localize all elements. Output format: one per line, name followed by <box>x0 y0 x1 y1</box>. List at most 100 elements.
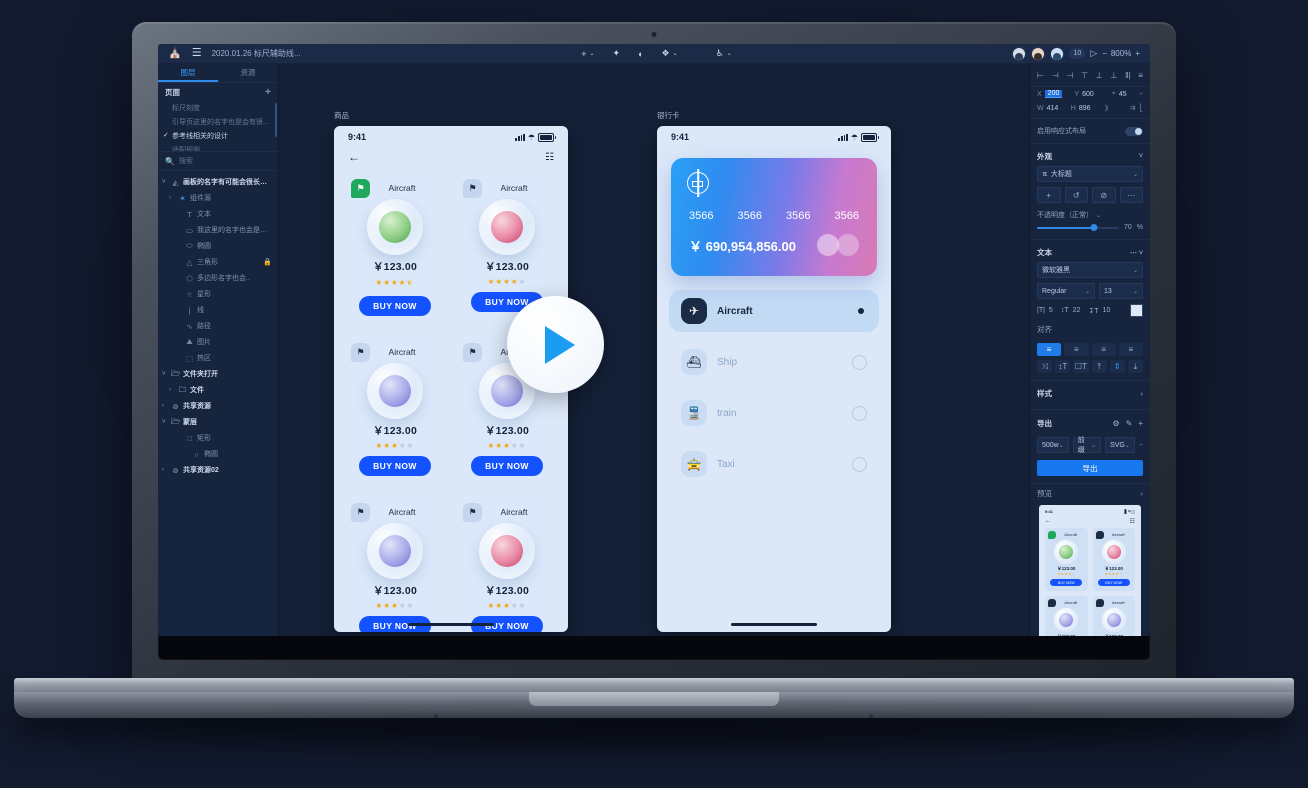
responsive-toggle[interactable] <box>1125 126 1143 136</box>
transport-option[interactable]: 🚆 train <box>669 392 879 434</box>
letter-spacing-value[interactable]: 5 <box>1049 307 1053 314</box>
bookmark-icon[interactable]: ⚑ <box>463 503 482 522</box>
font-family-select[interactable]: 微软雅黑 ⌄ <box>1037 262 1143 278</box>
layer-expand-caret[interactable]: › <box>169 195 175 201</box>
transport-radio[interactable] <box>852 456 867 472</box>
artboard-bankcard[interactable]: 9:41 ☂ 3566 3566 3566 3566 ￥ 690,954,856… <box>657 126 891 632</box>
layer-expand-caret[interactable]: ˅ <box>162 179 168 185</box>
product-card[interactable]: ⚑Aircraft￥123.00★★★★★BUY NOW <box>456 496 558 632</box>
export-edit-icon[interactable]: ✎ <box>1126 419 1133 428</box>
preview-play-icon[interactable]: ▷ <box>1090 49 1097 58</box>
paragraph-spacing-value[interactable]: 10 <box>1103 307 1111 314</box>
export-prefix-select[interactable]: 前缀 ⌄ <box>1072 437 1102 454</box>
align-left-button[interactable]: ≡ <box>1037 343 1062 356</box>
chevron-down-icon[interactable]: ⌄ <box>1085 288 1090 295</box>
layer-item[interactable]: ▭ 我这里的名字也会是很长... <box>158 222 278 238</box>
align-center-h-icon[interactable]: ⊣ <box>1052 71 1059 80</box>
play-overlay-button[interactable] <box>507 296 604 393</box>
delete-tool[interactable]: ♿ ⌄ <box>716 48 732 59</box>
layer-expand-caret[interactable]: › <box>162 403 168 409</box>
detach-style-button[interactable]: ⊘ <box>1092 187 1116 203</box>
distribute-v-icon[interactable]: ≡ <box>1138 71 1143 80</box>
filter-icon[interactable]: ☷ <box>545 152 554 163</box>
bookmark-icon[interactable]: ⚑ <box>463 343 482 362</box>
bookmark-icon[interactable]: ⚑ <box>351 343 370 362</box>
opacity-slider[interactable] <box>1037 223 1119 231</box>
rotation-field[interactable]: ⌖ 45 <box>1112 90 1136 98</box>
export-button[interactable]: 导出 <box>1037 460 1143 476</box>
layer-expand-caret[interactable]: › <box>169 387 175 393</box>
vertical-align-box-button[interactable]: ☐T <box>1073 360 1089 373</box>
layer-item[interactable]: ○ 椭圆 <box>158 446 278 462</box>
layer-item[interactable]: ∿ 路径 <box>158 318 278 334</box>
layer-item[interactable]: ˅ ◭ 画板的名字有可能会很长的... <box>158 174 278 190</box>
bookmark-icon[interactable]: ⚑ <box>351 503 370 522</box>
layer-item[interactable]: □ 矩形 <box>158 430 278 446</box>
flip-horizontal-icon[interactable]: ⇉ <box>1130 104 1136 112</box>
preview-section-header[interactable]: 预览 › <box>1030 483 1150 503</box>
chevron-right-icon[interactable]: › <box>1141 389 1144 398</box>
chevron-down-icon[interactable]: ⌄ <box>1059 442 1064 449</box>
search-input[interactable]: 搜索 <box>179 156 193 166</box>
transport-radio[interactable] <box>852 354 867 370</box>
hamburger-icon[interactable]: ☰ <box>192 48 202 59</box>
align-top-icon[interactable]: ⊤ <box>1081 71 1088 80</box>
align-right-icon[interactable]: ⊣ <box>1066 71 1073 80</box>
page-item[interactable]: 引导页这里的名字也是会有很... <box>158 115 278 129</box>
y-field[interactable]: Y 600 <box>1074 91 1107 98</box>
appearance-section-header[interactable]: 外观 ˅ <box>1030 144 1150 166</box>
chevron-down-icon[interactable]: ⌄ <box>1133 288 1138 295</box>
layer-item[interactable]: ❘ 线 <box>158 302 278 318</box>
layer-item[interactable]: ⛰ 图片 <box>158 334 278 350</box>
distribute-h-icon[interactable]: ‖| <box>1125 71 1130 80</box>
product-card[interactable]: ⚑Aircraft￥123.00★★★★★BUY NOW <box>344 496 446 632</box>
vector-tool[interactable]: ✦ <box>613 48 621 59</box>
style-section-header[interactable]: 样式 › <box>1030 380 1150 403</box>
buy-now-button[interactable]: BUY NOW <box>359 456 431 476</box>
x-field[interactable]: X 200 <box>1037 90 1070 98</box>
back-icon[interactable]: ← <box>348 150 360 164</box>
layer-item[interactable]: ⬡ 多边形名字也会.. <box>158 270 278 286</box>
layer-item[interactable]: › ⊚ 共享资源 <box>158 398 278 414</box>
remove-export-icon[interactable]: − <box>1139 442 1143 449</box>
add-tool[interactable]: + ⌄ <box>581 49 594 59</box>
design-canvas[interactable]: 商品 银行卡 9:41 ☂ ← ☷ ⚑ Aircraft ￥123.00 ★★★… <box>279 64 1029 636</box>
rotation-value[interactable]: 45 <box>1119 91 1127 98</box>
chevron-down-icon[interactable]: ˅ <box>1139 153 1143 160</box>
chevron-right-icon[interactable]: › <box>1141 489 1144 498</box>
transport-radio[interactable] <box>854 304 867 318</box>
layer-item[interactable]: ˅ 🗁 蒙层 <box>158 414 278 430</box>
text-section-header[interactable]: 文本 ⋯ ˅ <box>1030 239 1150 262</box>
product-card[interactable]: ⚑ Aircraft ￥123.00 ★★★★⯪ BUY NOW <box>344 172 446 326</box>
align-left-icon[interactable]: ⊢ <box>1037 71 1044 80</box>
buy-now-button[interactable]: BUY NOW <box>359 296 431 316</box>
export-add-icon[interactable]: + <box>1138 419 1143 428</box>
font-weight-select[interactable]: Regular ⌄ <box>1037 283 1095 299</box>
layer-item[interactable]: T 文本 <box>158 206 278 222</box>
chevron-down-icon[interactable]: ⌄ <box>1091 442 1096 449</box>
chevron-down-icon[interactable]: ⌄ <box>1133 171 1138 178</box>
page-item[interactable]: 适配规则 <box>158 143 278 151</box>
x-value[interactable]: 200 <box>1044 90 1063 98</box>
preview-thumbnail[interactable]: 9:41 ▋☂◫ ← ☷ Aircraft ￥123.00 ★★★★★ BUY NOW… <box>1039 505 1141 636</box>
font-size-select[interactable]: 13 ⌄ <box>1099 283 1143 299</box>
export-format-select[interactable]: SVG ⌄ <box>1105 437 1135 453</box>
chevron-down-icon[interactable]: ⌄ <box>1133 267 1138 274</box>
lock-ratio-icon[interactable]: ⟫ <box>1105 104 1109 112</box>
transport-option[interactable]: 🚖 Taxi <box>669 443 879 485</box>
more-icon[interactable]: ⋯ <box>1130 250 1137 257</box>
align-right-button[interactable]: ≡ <box>1091 343 1116 356</box>
layer-item[interactable]: › ⊚ 共享资源02 <box>158 462 278 478</box>
layer-item[interactable]: ☆ 星形 <box>158 286 278 302</box>
add-style-button[interactable]: + <box>1037 187 1061 203</box>
layer-item[interactable]: ⬭ 椭圆 <box>158 238 278 254</box>
y-value[interactable]: 600 <box>1082 91 1094 98</box>
bank-card[interactable]: 3566 3566 3566 3566 ￥ 690,954,856.00 <box>671 158 877 276</box>
product-card[interactable]: ⚑Aircraft￥123.00★★★★★BUY NOW <box>344 336 446 486</box>
tab-layers[interactable]: 图层 <box>158 64 218 82</box>
align-center-button[interactable]: ≡ <box>1064 343 1089 356</box>
tab-resources[interactable]: 资源 <box>218 64 278 82</box>
more-style-button[interactable]: ⋯ <box>1119 187 1143 203</box>
layer-item[interactable]: △ 三角形 🔒 <box>158 254 278 270</box>
zoom-in-button[interactable]: + <box>1135 49 1140 58</box>
